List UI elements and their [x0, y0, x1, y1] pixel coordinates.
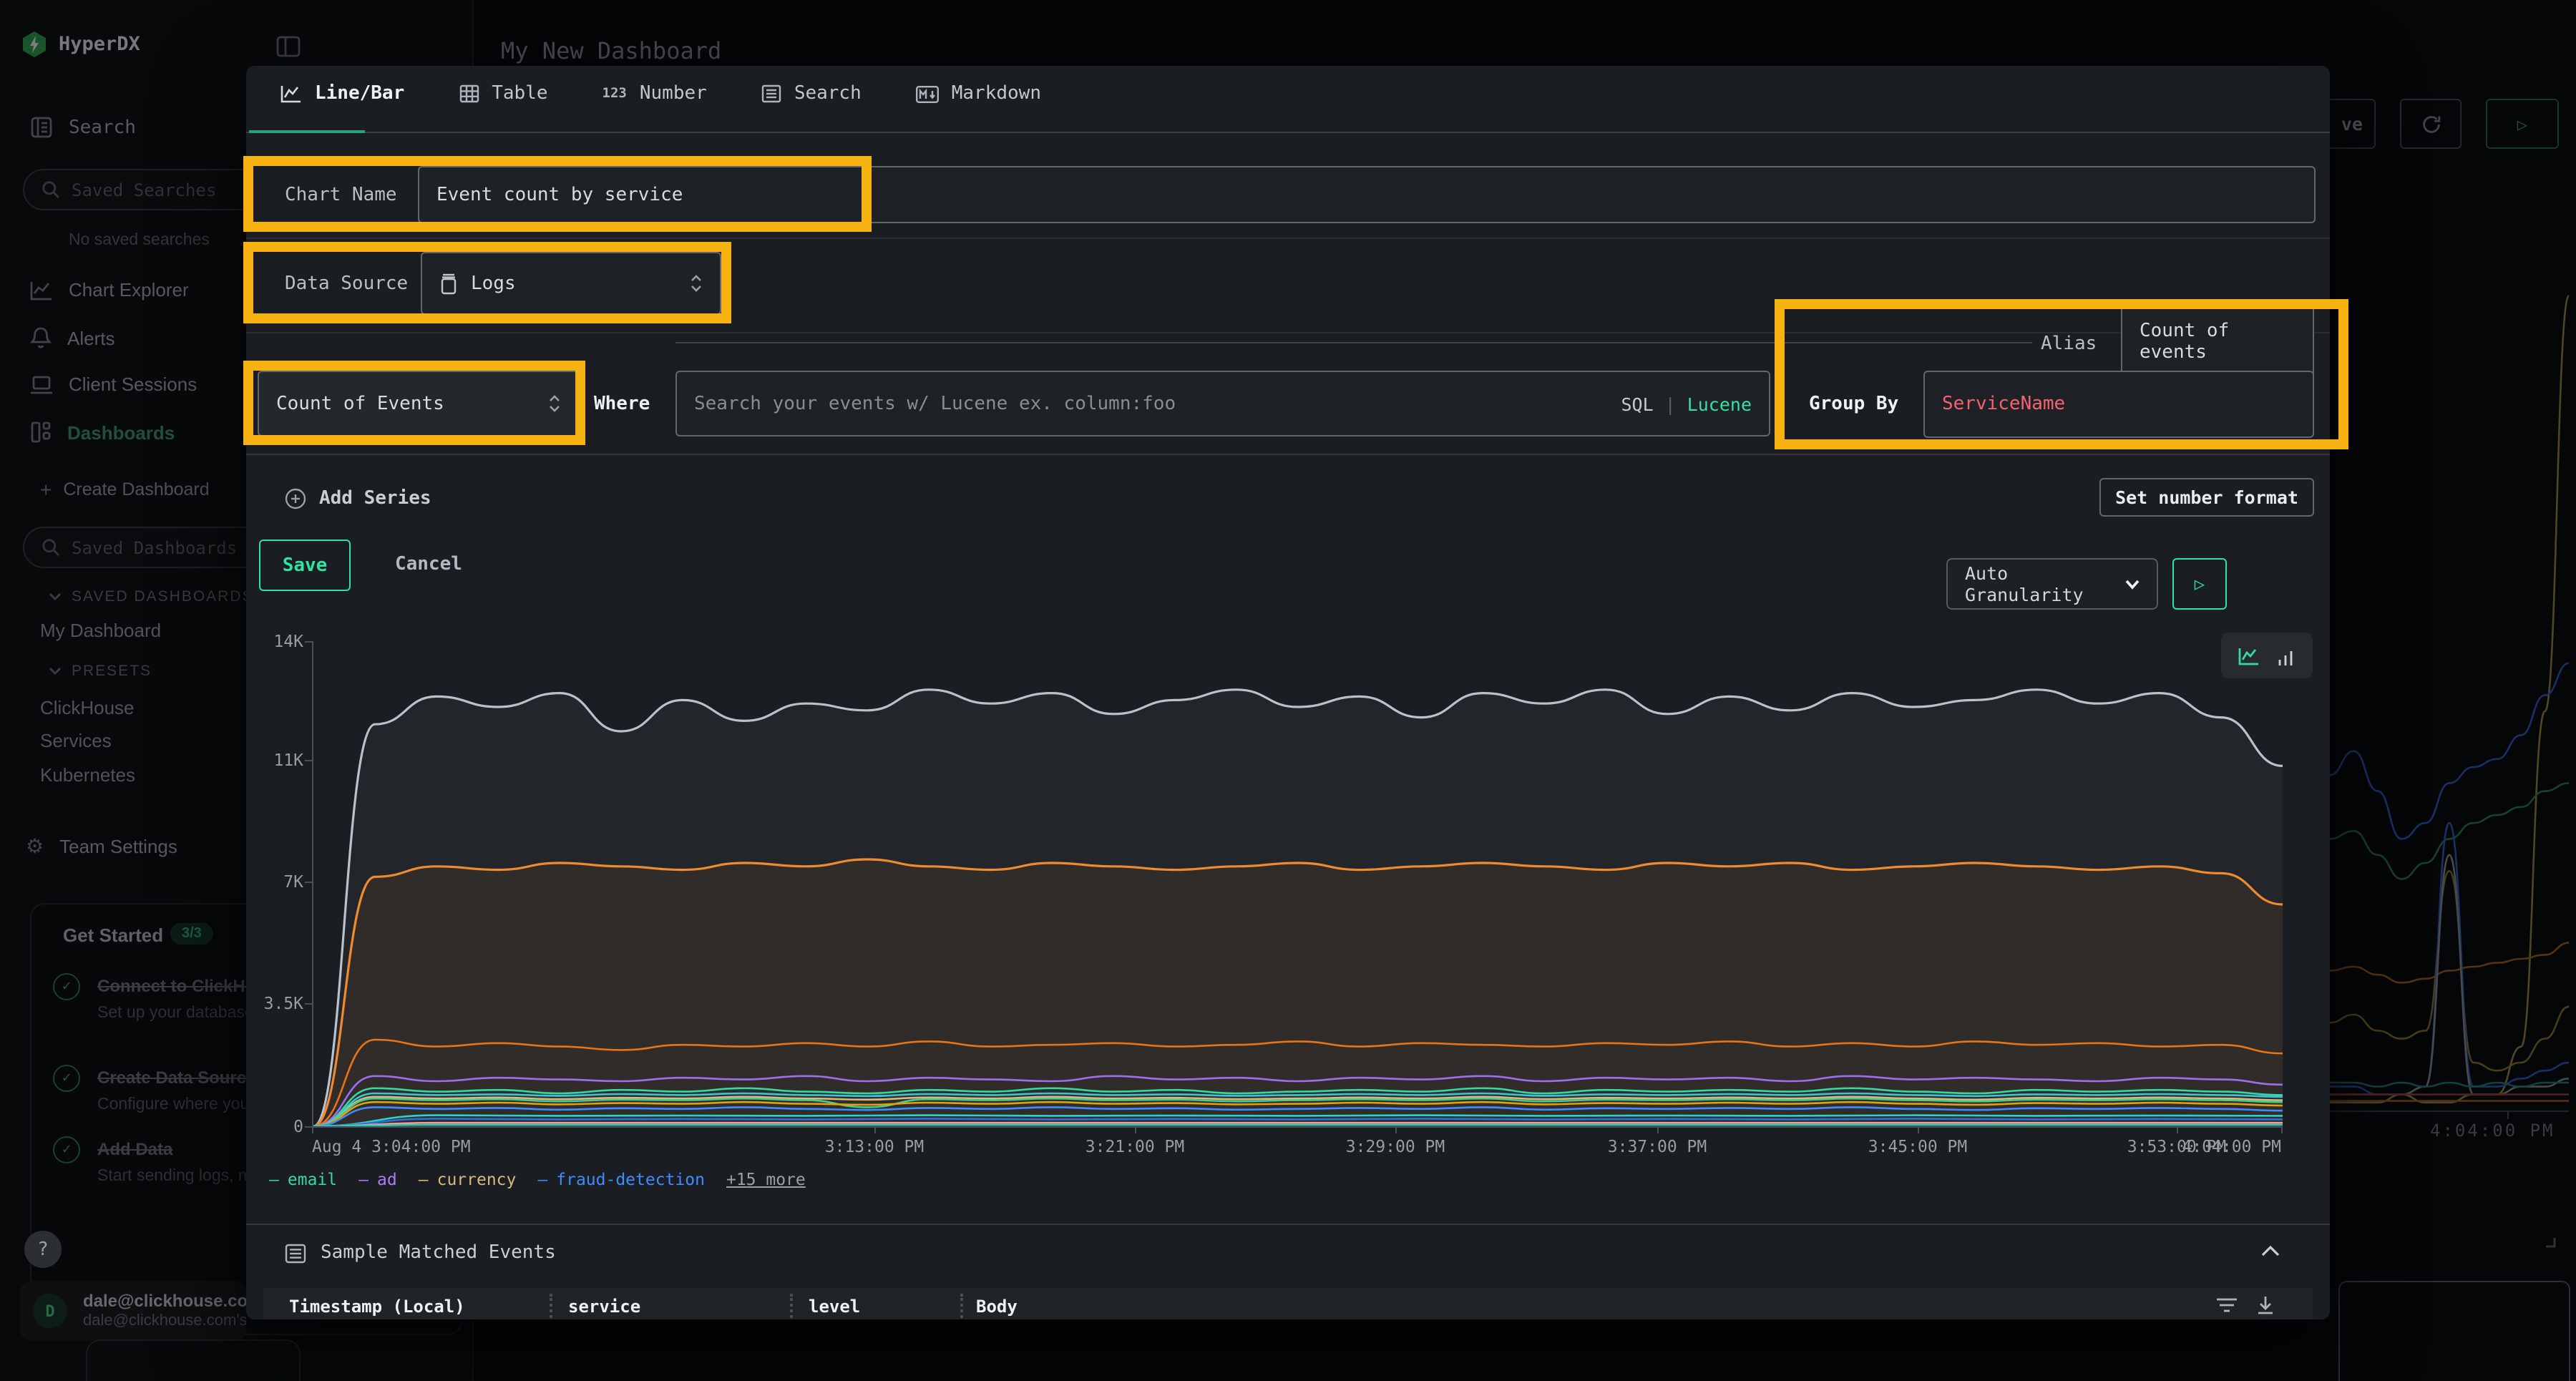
x-tick-label: 4:04:00 PM [2182, 1136, 2282, 1156]
tab-line-bar[interactable]: Line/Bar [280, 83, 404, 104]
set-number-format-button[interactable]: Set number format [2099, 478, 2314, 517]
legend-overflow-link[interactable]: +15 more [726, 1169, 806, 1189]
legend-item[interactable]: —fraud-detection [537, 1169, 705, 1189]
select-chevrons-icon [690, 273, 703, 293]
markdown-icon [916, 85, 939, 102]
list-icon [285, 1243, 306, 1263]
x-tick-label: Aug 4 3:04:00 PM [312, 1136, 471, 1156]
column-header[interactable]: Timestamp (Local) [289, 1297, 465, 1317]
chart-editor-modal: Line/Bar Table 123 Number Search Markdow… [246, 66, 2330, 1319]
alias-label: Alias [2041, 333, 2097, 355]
where-placeholder: Search your events w/ Lucene ex. column:… [694, 393, 1176, 414]
sql-toggle[interactable]: SQL [1621, 393, 1653, 414]
column-header[interactable]: service [568, 1297, 640, 1317]
sample-events-header[interactable]: Sample Matched Events [285, 1242, 556, 1264]
123-icon: 123 [602, 86, 627, 102]
active-tab-underline [249, 130, 365, 133]
chevron-down-icon [2125, 579, 2140, 589]
legend-item[interactable]: —email [269, 1169, 337, 1189]
lucene-toggle[interactable]: Lucene [1687, 393, 1752, 414]
aggregation-select[interactable]: Count of Events [258, 371, 580, 436]
data-source-select[interactable]: Logs [421, 252, 721, 315]
column-header[interactable]: level [809, 1297, 860, 1317]
y-tick-label: 11K [252, 751, 303, 768]
y-tick-label: 14K [252, 633, 303, 650]
tab-number[interactable]: 123 Number [602, 83, 707, 104]
chart-legend: —email —ad —currency —fraud-detection +1… [269, 1169, 806, 1189]
tab-search[interactable]: Search [761, 83, 862, 104]
alias-input[interactable]: Count of events [2121, 303, 2314, 379]
chart-name-label: Chart Name [285, 185, 397, 206]
line-chart-toggle-icon[interactable] [2238, 646, 2260, 665]
legend-item[interactable]: —ad [358, 1169, 397, 1189]
select-chevrons-icon [548, 394, 561, 414]
table-icon [459, 84, 479, 103]
cancel-button[interactable]: Cancel [395, 554, 462, 575]
y-tick-label: 3.5K [252, 995, 303, 1012]
x-tick-label: 3:37:00 PM [1608, 1136, 1707, 1156]
app-root: HyperDX Search Saved Searches No saved s… [0, 0, 2576, 1381]
alias-connector-line [675, 342, 2032, 343]
chart-type-toggle[interactable] [2221, 633, 2313, 678]
group-by-input[interactable]: ServiceName [1923, 371, 2314, 438]
tab-markdown[interactable]: Markdown [916, 83, 1041, 104]
collapse-chevron-icon[interactable] [2261, 1245, 2280, 1256]
where-label: Where [594, 394, 650, 415]
database-icon [439, 273, 458, 294]
plus-circle-icon [285, 488, 306, 509]
language-toggle[interactable]: SQL | Lucene [1621, 393, 1752, 414]
events-table-header: Timestamp (Local) service level Body [263, 1288, 2313, 1319]
x-tick-label: 3:29:00 PM [1346, 1136, 1445, 1156]
add-series-button[interactable]: Add Series [285, 488, 431, 509]
save-button[interactable]: Save [259, 540, 351, 591]
search-list-icon [761, 84, 781, 103]
tab-bar: Line/Bar Table 123 Number Search Markdow… [280, 83, 1041, 104]
y-tick-label: 0 [252, 1118, 303, 1135]
x-tick-label: 3:13:00 PM [825, 1136, 924, 1156]
x-tick-label: 3:21:00 PM [1085, 1136, 1185, 1156]
legend-item[interactable]: —currency [419, 1169, 517, 1189]
x-tick-label: 3:45:00 PM [1868, 1136, 1968, 1156]
tab-table[interactable]: Table [459, 83, 547, 104]
granularity-select[interactable]: Auto Granularity [1946, 558, 2158, 610]
data-source-label: Data Source [285, 273, 408, 295]
group-by-label: Group By [1809, 394, 1898, 415]
column-header[interactable]: Body [976, 1297, 1018, 1317]
chart-name-input[interactable]: Event count by service [418, 166, 2316, 223]
download-icon[interactable] [2255, 1295, 2275, 1315]
bar-chart-toggle-icon[interactable] [2277, 646, 2296, 665]
where-input[interactable]: Search your events w/ Lucene ex. column:… [675, 371, 1770, 436]
run-chart-button[interactable]: ▷ [2172, 558, 2227, 610]
filter-icon[interactable] [2215, 1295, 2238, 1315]
line-chart-icon [280, 84, 302, 103]
y-tick-label: 7K [252, 873, 303, 890]
chart-plot[interactable] [313, 641, 2282, 1126]
help-button[interactable]: ? [24, 1231, 62, 1268]
